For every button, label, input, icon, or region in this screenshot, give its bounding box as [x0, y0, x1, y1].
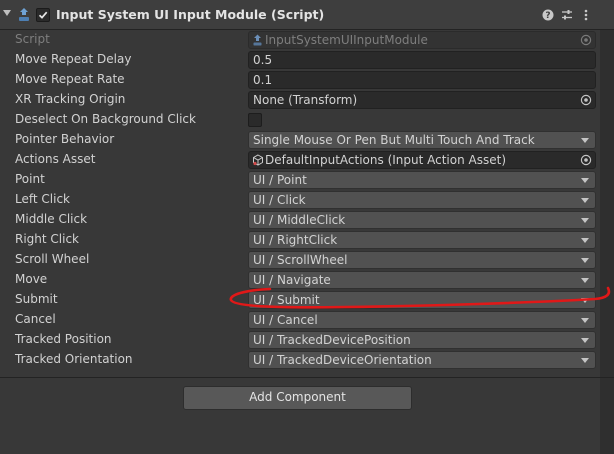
- deselect-on-background-click-row: Deselect On Background Click: [0, 110, 614, 130]
- chevron-down-icon: [581, 298, 589, 303]
- tracked-position-label: Tracked Position: [15, 332, 112, 346]
- right-click-dropdown[interactable]: UI / RightClick: [248, 231, 596, 249]
- chevron-down-icon: [581, 178, 589, 183]
- move-repeat-delay-input[interactable]: 0.5: [248, 51, 596, 69]
- cancel-dropdown[interactable]: UI / Cancel: [248, 311, 596, 329]
- right-click-label: Right Click: [15, 232, 80, 246]
- xr-tracking-origin-value: None (Transform): [253, 93, 358, 107]
- right-click-row: Right Click UI / RightClick: [0, 230, 614, 250]
- point-row: Point UI / Point: [0, 170, 614, 190]
- submit-label: Submit: [15, 292, 58, 306]
- submit-row: Submit UI / Submit: [0, 290, 614, 310]
- point-dropdown[interactable]: UI / Point: [248, 171, 596, 189]
- actions-asset-label: Actions Asset: [15, 152, 96, 166]
- middle-click-value: UI / MiddleClick: [253, 213, 346, 227]
- chevron-down-icon: [581, 318, 589, 323]
- left-click-row: Left Click UI / Click: [0, 190, 614, 210]
- tracked-position-dropdown[interactable]: UI / TrackedDevicePosition: [248, 331, 596, 349]
- foldout-arrow-icon[interactable]: [3, 10, 11, 16]
- left-click-label: Left Click: [15, 192, 70, 206]
- scroll-wheel-row: Scroll Wheel UI / ScrollWheel: [0, 250, 614, 270]
- chevron-down-icon: [581, 138, 589, 143]
- script-field: InputSystemUIInputModule: [248, 31, 596, 49]
- object-picker-icon: [580, 34, 592, 46]
- cancel-value: UI / Cancel: [253, 313, 318, 327]
- cancel-label: Cancel: [15, 312, 56, 326]
- actions-asset-field[interactable]: DefaultInputActions (Input Action Asset): [248, 151, 596, 169]
- tracked-orientation-value: UI / TrackedDeviceOrientation: [253, 353, 432, 367]
- chevron-down-icon: [581, 358, 589, 363]
- script-file-icon: [253, 34, 262, 46]
- move-repeat-rate-input[interactable]: 0.1: [248, 71, 596, 89]
- move-repeat-rate-row: Move Repeat Rate 0.1: [0, 70, 614, 90]
- middle-click-label: Middle Click: [15, 212, 88, 226]
- actions-asset-row: Actions Asset DefaultInputActions (Input…: [0, 150, 614, 170]
- object-picker-icon[interactable]: [580, 154, 592, 166]
- submit-value: UI / Submit: [253, 293, 320, 307]
- left-click-dropdown[interactable]: UI / Click: [248, 191, 596, 209]
- move-dropdown[interactable]: UI / Navigate: [248, 271, 596, 289]
- pointer-behavior-row: Pointer Behavior Single Mouse Or Pen But…: [0, 130, 614, 150]
- move-repeat-delay-value: 0.5: [253, 53, 273, 67]
- add-component-button[interactable]: Add Component: [183, 386, 412, 410]
- component-enabled-checkbox[interactable]: [36, 8, 50, 22]
- tracked-position-value: UI / TrackedDevicePosition: [253, 333, 411, 347]
- component-divider: [0, 377, 614, 378]
- move-label: Move: [15, 272, 48, 286]
- object-picker-icon[interactable]: [580, 94, 592, 106]
- script-value: InputSystemUIInputModule: [265, 33, 428, 47]
- middle-click-row: Middle Click UI / MiddleClick: [0, 210, 614, 230]
- right-click-value: UI / RightClick: [253, 233, 338, 247]
- deselect-on-background-click-checkbox[interactable]: [248, 113, 262, 127]
- chevron-down-icon: [581, 218, 589, 223]
- tracked-orientation-row: Tracked Orientation UI / TrackedDeviceOr…: [0, 350, 614, 370]
- xr-tracking-origin-label: XR Tracking Origin: [15, 92, 126, 106]
- component-header[interactable]: Input System UI Input Module (Script) ?: [0, 0, 614, 30]
- move-repeat-rate-value: 0.1: [253, 73, 273, 87]
- left-click-value: UI / Click: [253, 193, 306, 207]
- checkmark-icon: [38, 11, 48, 19]
- help-icon[interactable]: ?: [540, 7, 556, 23]
- move-value: UI / Navigate: [253, 273, 331, 287]
- presets-icon[interactable]: [559, 7, 575, 23]
- point-value: UI / Point: [253, 173, 307, 187]
- component-title: Input System UI Input Module (Script): [56, 7, 325, 22]
- svg-text:?: ?: [545, 11, 550, 21]
- script-label: Script: [15, 32, 50, 46]
- scroll-wheel-value: UI / ScrollWheel: [253, 253, 348, 267]
- pointer-behavior-label: Pointer Behavior: [15, 132, 115, 146]
- chevron-down-icon: [581, 258, 589, 263]
- middle-click-dropdown[interactable]: UI / MiddleClick: [248, 211, 596, 229]
- tracked-position-row: Tracked Position UI / TrackedDevicePosit…: [0, 330, 614, 350]
- xr-tracking-origin-field[interactable]: None (Transform): [248, 91, 596, 109]
- script-row: Script InputSystemUIInputModule: [0, 30, 614, 50]
- xr-tracking-origin-row: XR Tracking Origin None (Transform): [0, 90, 614, 110]
- scroll-wheel-dropdown[interactable]: UI / ScrollWheel: [248, 251, 596, 269]
- point-label: Point: [15, 172, 45, 186]
- chevron-down-icon: [581, 198, 589, 203]
- input-action-asset-icon: [253, 154, 263, 166]
- chevron-down-icon: [581, 278, 589, 283]
- pointer-behavior-value: Single Mouse Or Pen But Multi Touch And …: [253, 133, 535, 147]
- inspector-panel: Input System UI Input Module (Script) ?: [0, 0, 614, 454]
- deselect-on-background-click-label: Deselect On Background Click: [15, 112, 196, 126]
- submit-dropdown[interactable]: UI / Submit: [248, 291, 596, 309]
- chevron-down-icon: [581, 338, 589, 343]
- move-row: Move UI / Navigate: [0, 270, 614, 290]
- tracked-orientation-dropdown[interactable]: UI / TrackedDeviceOrientation: [248, 351, 596, 369]
- move-repeat-rate-label: Move Repeat Rate: [15, 72, 125, 86]
- scroll-wheel-label: Scroll Wheel: [15, 252, 90, 266]
- chevron-down-icon: [581, 238, 589, 243]
- more-options-icon[interactable]: [578, 7, 594, 23]
- pointer-behavior-dropdown[interactable]: Single Mouse Or Pen But Multi Touch And …: [248, 131, 596, 149]
- tracked-orientation-label: Tracked Orientation: [15, 352, 133, 366]
- move-repeat-delay-label: Move Repeat Delay: [15, 52, 132, 66]
- actions-asset-value: DefaultInputActions (Input Action Asset): [265, 153, 507, 167]
- cancel-row: Cancel UI / Cancel: [0, 310, 614, 330]
- move-repeat-delay-row: Move Repeat Delay 0.5: [0, 50, 614, 70]
- script-component-icon: [16, 7, 32, 23]
